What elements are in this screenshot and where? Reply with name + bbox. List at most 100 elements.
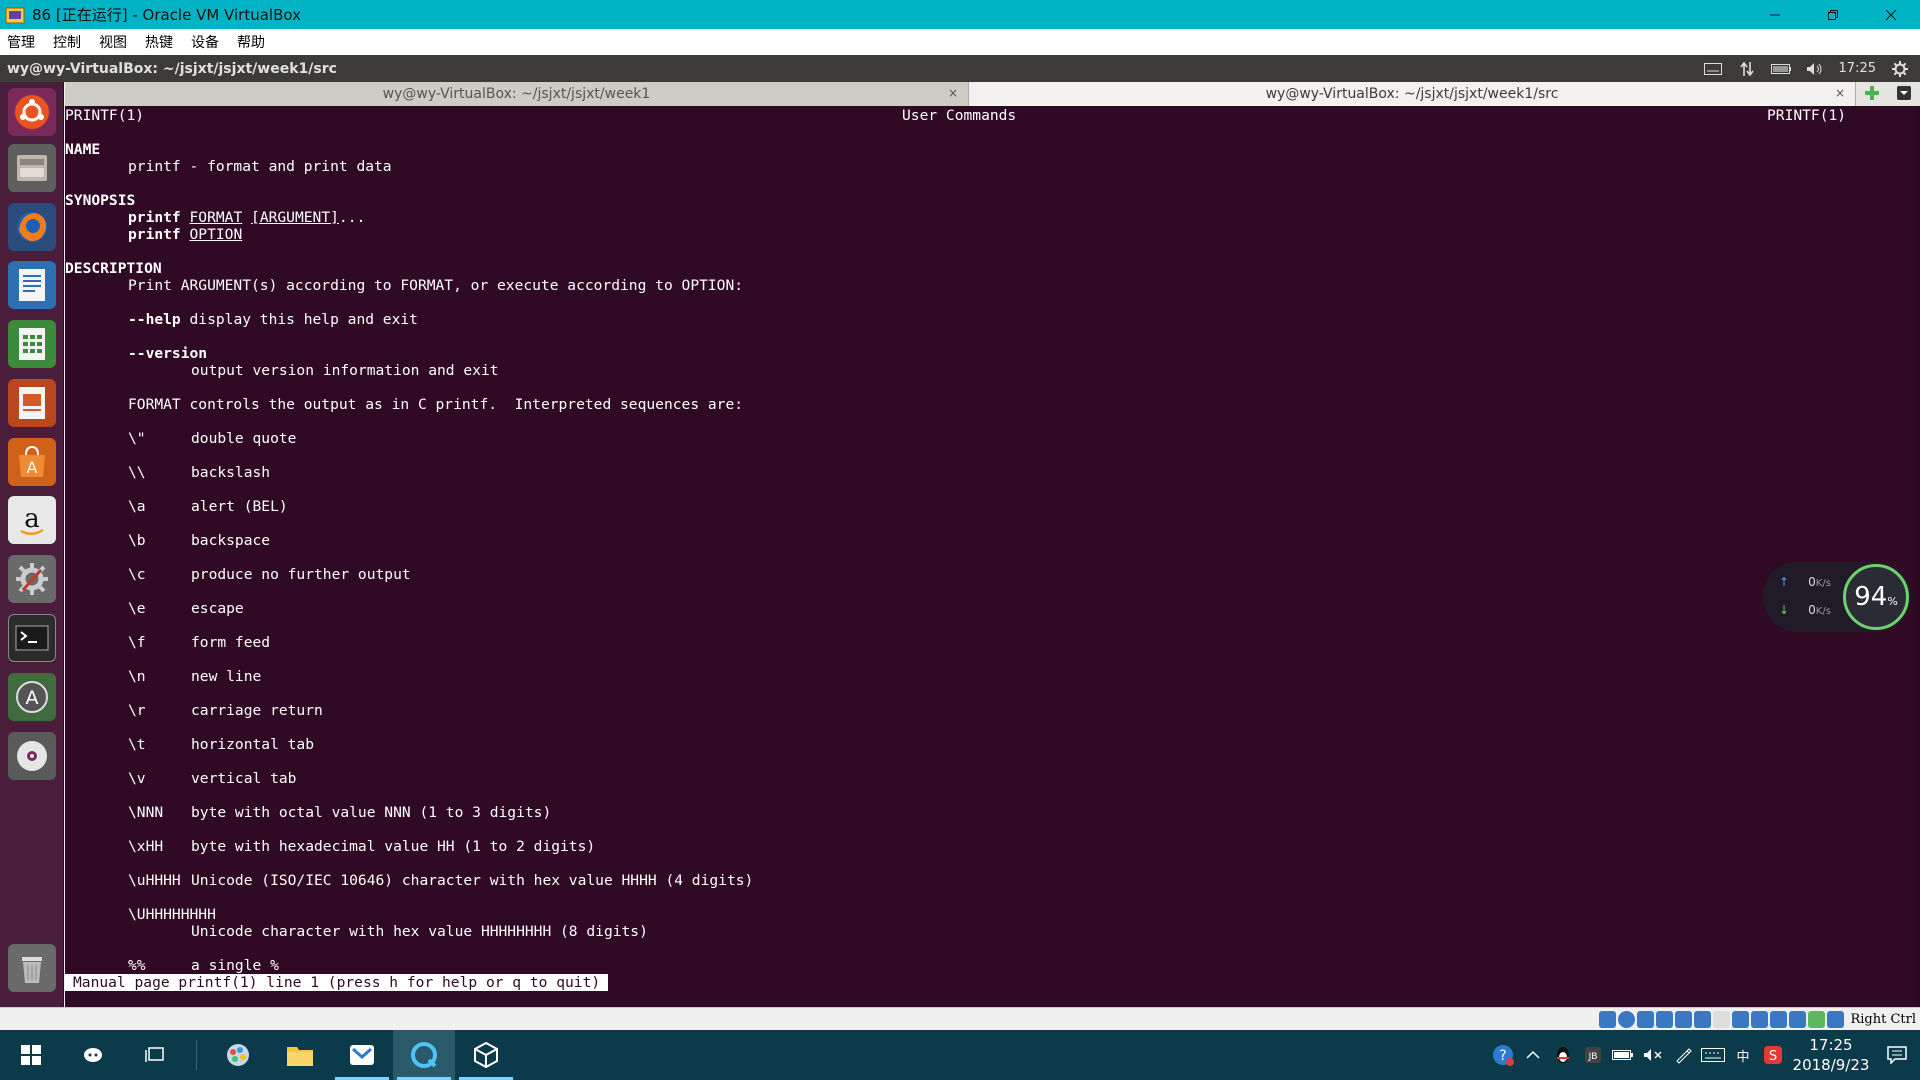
restore-button[interactable]: [1804, 0, 1862, 29]
cortana-icon[interactable]: [62, 1030, 124, 1080]
help-question-icon[interactable]: ?: [1488, 1030, 1518, 1080]
audio-icon[interactable]: [1637, 1010, 1655, 1028]
terminal-tab-bar: wy@wy-VirtualBox: ~/jsjxt/jsjxt/week1 × …: [65, 82, 1920, 106]
menu-control[interactable]: 控制: [53, 32, 81, 52]
windows-start-icon[interactable]: [0, 1030, 62, 1080]
chevron-up-icon[interactable]: [1518, 1030, 1548, 1080]
ubuntu-launcher: A a A: [0, 82, 64, 1007]
ime-language[interactable]: 中: [1728, 1030, 1758, 1080]
display-icon[interactable]: [1713, 1010, 1731, 1028]
synopsis-argument: [ARGUMENT]: [251, 209, 339, 226]
network-speed-widget[interactable]: ↑ 0K/s ↓ 0K/s 94%: [1763, 562, 1911, 632]
libreoffice-calc-icon[interactable]: [8, 320, 56, 368]
pen-icon[interactable]: [1668, 1030, 1698, 1080]
synopsis-line-1: printf FORMAT [ARGUMENT]...: [128, 209, 365, 226]
host-key-label: Right Ctrl: [1850, 1011, 1916, 1027]
battery-tray-icon[interactable]: [1608, 1030, 1638, 1080]
menu-view[interactable]: 视图: [99, 32, 127, 52]
ime-tray-icon[interactable]: JB: [1578, 1030, 1608, 1080]
files-icon[interactable]: [8, 144, 56, 192]
mail-app-icon[interactable]: [331, 1030, 393, 1080]
network-adapter-icon[interactable]: [1656, 1010, 1674, 1028]
volume-icon[interactable]: [1805, 61, 1825, 77]
battery-icon[interactable]: [1770, 61, 1791, 77]
mouse-integration-icon[interactable]: [1751, 1010, 1769, 1028]
new-tab-plus-icon[interactable]: [1865, 85, 1879, 104]
volume-muted-icon[interactable]: [1638, 1030, 1668, 1080]
usb-icon[interactable]: [1675, 1010, 1693, 1028]
cpu-icon[interactable]: [1770, 1010, 1788, 1028]
libreoffice-writer-icon[interactable]: [8, 261, 56, 309]
panel-clock[interactable]: 17:25: [1839, 61, 1876, 76]
escape-seq-desc: double quote: [191, 430, 297, 447]
hard-disk-icon[interactable]: [1599, 1010, 1617, 1028]
paint-app-icon[interactable]: [207, 1030, 269, 1080]
ubuntu-software-icon[interactable]: A: [8, 438, 56, 486]
optical-drive-icon[interactable]: [1618, 1010, 1636, 1028]
terminal-scrollbar[interactable]: [1916, 106, 1920, 1007]
synopsis-format: FORMAT: [189, 209, 243, 226]
clock-date: 2018/9/23: [1792, 1056, 1870, 1074]
window-title: 86 [正在运行] - Oracle VM VirtualBox: [32, 6, 301, 24]
touch-keyboard-icon[interactable]: [1698, 1030, 1728, 1080]
virtualbox-app-icon[interactable]: [4, 4, 26, 26]
system-settings-icon[interactable]: [8, 555, 56, 603]
close-button[interactable]: [1862, 0, 1920, 29]
svg-text:A: A: [26, 687, 39, 709]
gear-icon[interactable]: [1890, 60, 1910, 77]
escape-seq-desc: vertical tab: [191, 770, 297, 787]
escape-seq: \": [128, 430, 146, 447]
svg-text:S: S: [1769, 1049, 1777, 1064]
terminal-icon[interactable]: [8, 614, 56, 662]
help-flag: --help: [128, 311, 181, 328]
network-icon[interactable]: [1737, 61, 1757, 77]
escape-seq: \r: [128, 702, 146, 719]
ubuntu-dash-icon[interactable]: [8, 88, 56, 136]
amazon-icon[interactable]: a: [8, 496, 56, 544]
escape-seq: \\: [128, 464, 146, 481]
menu-help[interactable]: 帮助: [237, 32, 265, 52]
taskbar-clock[interactable]: 17:25 2018/9/23: [1788, 1035, 1874, 1075]
trash-icon[interactable]: [8, 944, 56, 992]
windows-taskbar: ? JB 中 S 17:25 2018/9/23: [0, 1030, 1920, 1080]
task-view-icon[interactable]: [124, 1030, 186, 1080]
host-key-arrow-icon[interactable]: [1827, 1010, 1845, 1028]
synopsis-cmd: printf: [128, 209, 181, 226]
ubuntu-top-panel: wy@wy-VirtualBox: ~/jsjxt/jsjxt/week1/sr…: [0, 55, 1920, 82]
menu-devices[interactable]: 设备: [191, 32, 219, 52]
vt-x-icon[interactable]: [1789, 1010, 1807, 1028]
percent-seq: %%: [128, 957, 146, 974]
qq-browser-icon[interactable]: [393, 1030, 455, 1080]
file-explorer-icon[interactable]: [269, 1030, 331, 1080]
terminal-view[interactable]: PRINTF(1) User Commands PRINTF(1) NAME p…: [65, 106, 1920, 1007]
escape-seq: \n: [128, 668, 146, 685]
synopsis-line-2: printf OPTION: [128, 226, 242, 243]
escape-seq: \b: [128, 532, 146, 549]
help-text: display this help and exit: [189, 311, 418, 328]
memory-usage-gauge[interactable]: 94%: [1843, 564, 1909, 630]
escape-seq-desc: byte with hexadecimal value HH (1 to 2 d…: [191, 838, 596, 855]
keyboard-icon[interactable]: [1703, 61, 1723, 77]
shared-folders-icon[interactable]: [1694, 1010, 1712, 1028]
tab-week1-src[interactable]: wy@wy-VirtualBox: ~/jsjxt/jsjxt/week1/sr…: [969, 82, 1856, 106]
tab-menu-chevron-down-icon[interactable]: [1897, 85, 1911, 104]
minimize-button[interactable]: [1746, 0, 1804, 29]
download-rate-value: 0: [1808, 603, 1816, 617]
menu-hotkey[interactable]: 热键: [145, 32, 173, 52]
action-center-icon[interactable]: [1874, 1046, 1920, 1064]
video-capture-icon[interactable]: [1732, 1010, 1750, 1028]
menu-manage[interactable]: 管理: [7, 32, 35, 52]
qq-penguin-icon[interactable]: [1548, 1030, 1578, 1080]
tab-week1[interactable]: wy@wy-VirtualBox: ~/jsjxt/jsjxt/week1 ×: [65, 82, 969, 106]
tab-close-icon[interactable]: ×: [948, 86, 958, 100]
virtualbox-taskbar-icon[interactable]: [455, 1030, 517, 1080]
software-updater-icon[interactable]: A: [8, 673, 56, 721]
guest-additions-icon[interactable]: [1808, 1010, 1826, 1028]
man-header-left: PRINTF(1): [65, 107, 145, 124]
firefox-icon[interactable]: [8, 203, 56, 251]
download-arrow-icon: ↓: [1779, 603, 1790, 617]
dvd-icon[interactable]: [8, 732, 56, 780]
tab-close-icon[interactable]: ×: [1835, 86, 1845, 100]
libreoffice-impress-icon[interactable]: [8, 379, 56, 427]
sogou-ime-icon[interactable]: S: [1758, 1030, 1788, 1080]
